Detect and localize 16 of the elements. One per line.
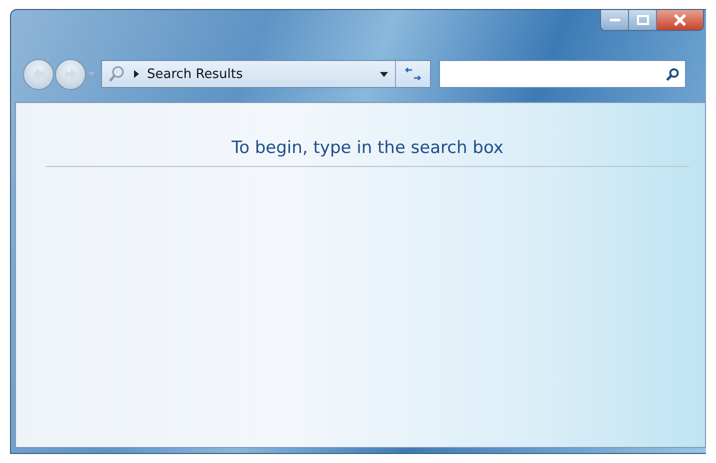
- close-button[interactable]: [657, 10, 703, 30]
- maximize-icon: [636, 15, 648, 25]
- search-field[interactable]: [439, 60, 686, 88]
- search-icon: [108, 65, 126, 83]
- dropdown-icon[interactable]: [380, 72, 388, 76]
- right-arrow-icon: [62, 67, 78, 81]
- refresh-icon: [404, 67, 422, 81]
- location-text: Search Results: [147, 66, 243, 82]
- empty-message: To begin, type in the search box: [230, 137, 504, 160]
- left-arrow-icon: [30, 67, 46, 81]
- minimize-button[interactable]: [601, 10, 629, 30]
- maximize-button[interactable]: [629, 10, 657, 30]
- chevron-icon[interactable]: [134, 70, 139, 78]
- search-icon[interactable]: [666, 68, 679, 80]
- minimize-icon: [608, 18, 620, 22]
- close-icon: [673, 14, 687, 26]
